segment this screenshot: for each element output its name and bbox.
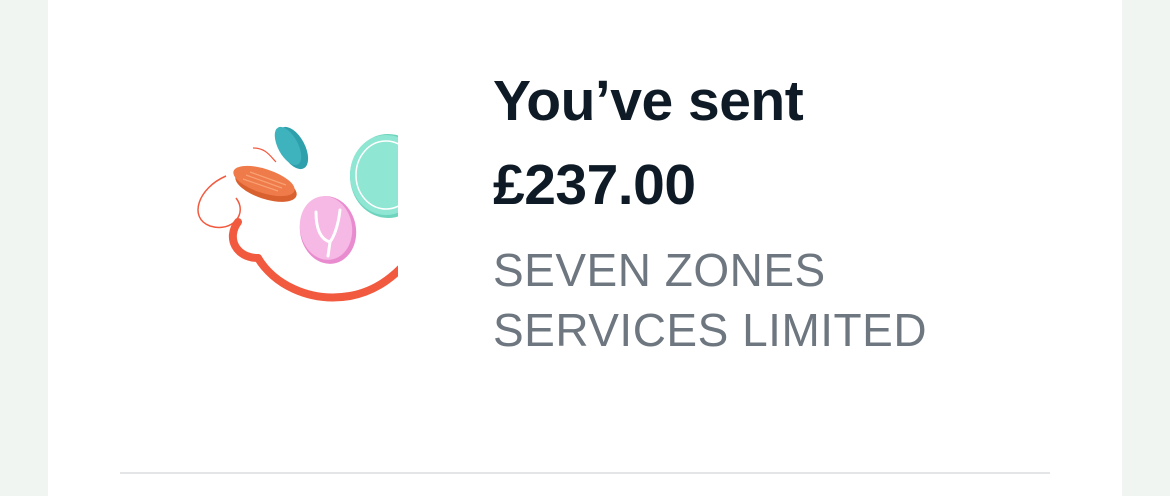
coins-sent-illustration-icon — [178, 118, 398, 308]
divider — [120, 472, 1050, 474]
confirmation-text-block: You’ve sent £237.00 SEVEN ZONES SERVICES… — [493, 68, 1093, 360]
sent-amount: £237.00 — [493, 153, 696, 217]
payment-confirmation-card: You’ve sent £237.00 SEVEN ZONES SERVICES… — [48, 0, 1122, 496]
confirmation-headline: You’ve sent — [493, 69, 804, 133]
recipient-name: SEVEN ZONES SERVICES LIMITED — [493, 244, 928, 356]
